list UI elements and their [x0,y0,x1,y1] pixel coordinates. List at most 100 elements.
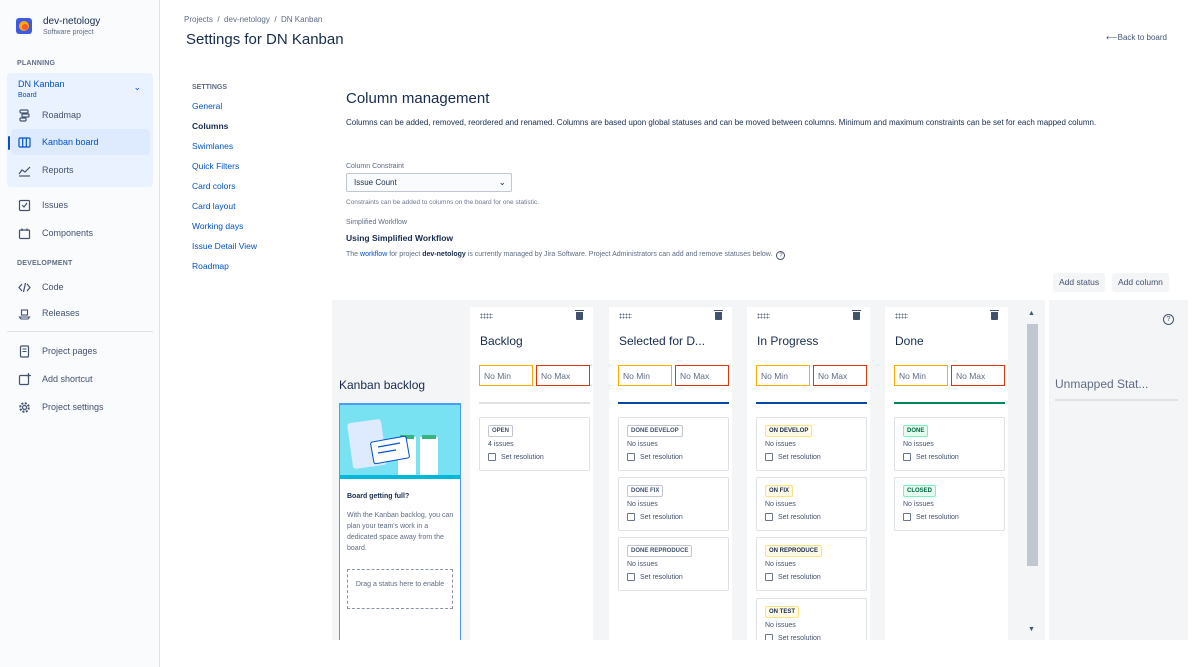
column-max-input[interactable]: No Max [536,365,590,386]
set-resolution-checkbox[interactable] [903,453,911,461]
settings-link-roadmap[interactable]: Roadmap [192,260,257,280]
components-icon [17,226,31,240]
status-card[interactable]: ON DEVELOP No issues Set resolution [756,417,867,471]
board-scrollbar[interactable]: ▲ ▼ [1027,310,1038,640]
workflow-link[interactable]: workflow [360,251,387,258]
column-name[interactable]: In Progress [757,334,818,348]
breadcrumb-projects[interactable]: Projects [184,15,213,24]
status-lozenge: OPEN [488,425,514,437]
trash-icon[interactable] [714,310,723,320]
board-column[interactable]: Backlog No Min No Max OPEN 4 issues Set resol… [470,307,593,640]
planning-label: PLANNING [17,60,56,67]
board-column[interactable]: In Progress No Min No Max ON DEVELOP No issu… [747,307,870,640]
column-min-input[interactable]: No Min [894,365,948,386]
board-name: DN Kanban [18,79,65,89]
sidebar-item-code[interactable]: Code [17,274,64,300]
settings-link-card-layout[interactable]: Card layout [192,200,257,220]
trash-icon[interactable] [990,310,999,320]
set-resolution-checkbox[interactable] [627,573,635,581]
board-column[interactable]: Selected for D... No Min No Max DONE DEVELO… [609,307,732,640]
settings-link-swimlanes[interactable]: Swimlanes [192,140,257,160]
set-resolution-checkbox[interactable] [765,513,773,521]
issue-count: No issues [627,441,658,448]
set-resolution-checkbox[interactable] [765,453,773,461]
status-card[interactable]: ON FIX No issues Set resolution [756,477,867,531]
drag-handle-icon[interactable] [480,313,493,319]
sidebar-item-components[interactable]: Components [17,220,93,246]
set-resolution-checkbox[interactable] [488,453,496,461]
status-lozenge: ON FIX [765,485,794,497]
set-resolution-checkbox[interactable] [765,634,773,640]
sidebar-item-reports[interactable]: Reports [17,157,74,183]
breadcrumb-board[interactable]: DN Kanban [281,15,322,24]
trash-icon[interactable] [852,310,861,320]
backlog-drop-zone[interactable]: Drag a status here to enable [347,569,453,609]
column-name[interactable]: Done [895,334,924,348]
column-min-input[interactable]: No Min [756,365,810,386]
status-card[interactable]: DONE FIX No issues Set resolution [618,477,729,531]
scroll-down-icon[interactable]: ▼ [1028,626,1035,633]
sidebar-item-releases[interactable]: Releases [17,300,80,326]
column-min-input[interactable]: No Min [618,365,672,386]
status-card[interactable]: OPEN 4 issues Set resolution [479,417,590,471]
settings-link-general[interactable]: General [192,100,257,120]
set-resolution-checkbox[interactable] [627,453,635,461]
sidebar-item-issues[interactable]: Issues [17,192,68,218]
set-resolution-label: Set resolution [640,453,683,461]
column-constraint-select[interactable]: Issue Count ⌄ [346,173,512,192]
column-min-input[interactable]: No Min [479,365,533,386]
board-column[interactable]: Done No Min No Max DONE No issues Set resolut… [885,307,1008,640]
settings-link-working-days[interactable]: Working days [192,220,257,240]
drag-handle-icon[interactable] [757,313,770,319]
development-label: DEVELOPMENT [17,260,73,267]
status-card[interactable]: DONE No issues Set resolution [894,417,1005,471]
issue-count: No issues [765,561,796,568]
set-resolution-label: Set resolution [501,453,544,461]
settings-link-issue-detail-view[interactable]: Issue Detail View [192,240,257,260]
column-name[interactable]: Selected for D... [619,334,705,348]
workflow-project: dev-netology [422,251,466,258]
set-resolution-checkbox[interactable] [627,513,635,521]
set-resolution-checkbox[interactable] [903,513,911,521]
scroll-up-icon[interactable]: ▲ [1028,310,1035,317]
sidebar-item-roadmap[interactable]: Roadmap [17,102,81,128]
chevron-down-icon[interactable]: ⌄ [133,82,141,93]
status-card[interactable]: ON TEST No issues Set resolution [756,598,867,640]
status-card[interactable]: DONE REPRODUCE No issues Set resolution [618,537,729,591]
trash-icon[interactable] [575,310,584,320]
drag-handle-icon[interactable] [619,313,632,319]
settings-link-card-colors[interactable]: Card colors [192,180,257,200]
column-constraint-label: Column Constraint [346,163,404,170]
sidebar-item-project-pages[interactable]: Project pages [17,338,97,364]
set-resolution-checkbox[interactable] [765,573,773,581]
sidebar-item-label: Add shortcut [42,374,93,384]
column-max-input[interactable]: No Max [675,365,729,386]
sidebar-item-kanban-board[interactable]: Kanban board [11,129,150,155]
column-max-input[interactable]: No Max [951,365,1005,386]
back-to-board-link[interactable]: ⟵Back to board [1106,33,1167,42]
gear-icon [17,400,31,414]
help-icon[interactable]: ? [1163,314,1174,325]
breadcrumb-project[interactable]: dev-netology [224,15,270,24]
scrollbar-thumb[interactable] [1027,324,1038,566]
help-icon[interactable]: ? [776,251,786,260]
add-column-button[interactable]: Add column [1112,273,1169,292]
set-resolution-option: Set resolution [627,513,683,521]
status-card[interactable]: CLOSED No issues Set resolution [894,477,1005,531]
settings-link-columns[interactable]: Columns [192,120,257,140]
column-status-rule [756,402,867,404]
unmapped-statuses-column: ? Unmapped Stat... [1045,300,1188,640]
add-status-button[interactable]: Add status [1053,273,1106,292]
status-card[interactable]: ON REPRODUCE No issues Set resolution [756,537,867,591]
column-name[interactable]: Backlog [480,334,523,348]
status-card[interactable]: DONE DEVELOP No issues Set resolution [618,417,729,471]
sidebar-item-project-settings[interactable]: Project settings [17,394,104,420]
sidebar-item-add-shortcut[interactable]: Add shortcut [17,366,93,392]
project-header[interactable]: dev-netology Software project [16,16,100,36]
status-lozenge: DONE DEVELOP [627,425,683,437]
unmapped-rule [1055,399,1178,401]
drag-handle-icon[interactable] [895,313,908,319]
column-max-input[interactable]: No Max [813,365,867,386]
settings-link-quick-filters[interactable]: Quick Filters [192,160,257,180]
workflow-desc-text: The [346,251,361,258]
